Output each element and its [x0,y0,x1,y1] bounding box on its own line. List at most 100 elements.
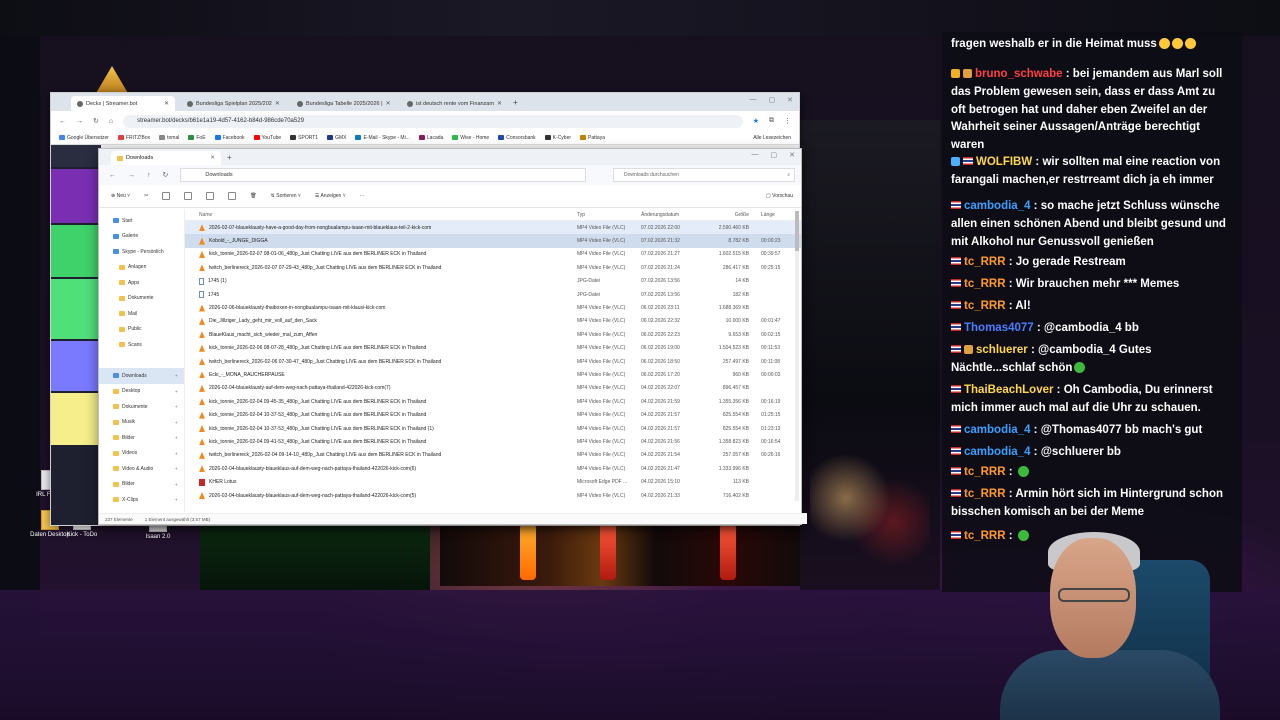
file-row[interactable]: 1745 (1) JPG-Datei 07.02.2026 13:56 14 KB [185,275,801,288]
sidebar-item[interactable]: Mail [99,306,184,322]
share-icon[interactable] [228,192,237,200]
bookmark-item[interactable]: Facebook [214,135,245,141]
home-icon[interactable]: ⌂ [109,118,113,125]
bookmark-star-icon[interactable]: ★ [753,117,759,125]
sidebar-item[interactable]: Dokumente ✦ [99,399,184,415]
browser-tab[interactable]: Bundesliga Tabelle 2025/2026 | ✕ [291,96,395,111]
file-row[interactable]: Ecki_-_MONA_RAUCHERPAUSE MP4 Video File (… [185,368,801,381]
path-field[interactable]: Downloads [180,168,587,182]
sidebar-item[interactable]: Bilder ✦ [99,430,184,446]
deck-button[interactable] [51,341,101,391]
new-tab-button[interactable]: + [513,98,518,107]
view-button[interactable]: ☰ Anzeigen ˅ [315,193,346,199]
file-row[interactable]: Kobold_-_JUNGE_DIGGA MP4 Video File (VLC)… [185,234,801,248]
maximize-icon[interactable]: ▢ [771,151,778,159]
back-icon[interactable]: ← [109,172,116,179]
bookmark-item[interactable]: K-Cyber [544,135,571,141]
new-tab-button[interactable]: + [227,153,232,162]
paste-icon[interactable] [184,192,193,200]
column-type[interactable]: Typ [577,212,641,218]
deck-button[interactable] [51,393,101,445]
sort-button[interactable]: ⇅ Sortieren ˅ [271,193,301,199]
more-options-button[interactable]: ··· [360,193,365,199]
close-tab-icon[interactable]: ✕ [275,100,280,107]
bookmark-item[interactable]: Pattaya [580,135,605,141]
all-bookmarks[interactable]: Alle Lesezeichen [753,135,799,141]
back-icon[interactable]: ← [59,118,66,125]
close-tab-icon[interactable]: ✕ [386,100,391,107]
column-date[interactable]: Änderungsdatum [641,212,709,218]
sidebar-item[interactable]: Scans [99,337,184,353]
bookmark-item[interactable]: tomal [159,135,179,141]
minimize-icon[interactable]: — [750,96,757,104]
close-icon[interactable]: ✕ [789,151,795,159]
sidebar-item[interactable]: Downloads ✦ [99,368,184,384]
copy-icon[interactable] [162,192,171,200]
deck-button[interactable] [51,169,101,223]
bookmark-item[interactable]: FoE [188,135,206,141]
bookmark-item[interactable]: YouTube [253,135,281,141]
rename-icon[interactable] [206,192,215,200]
sidebar-item[interactable]: Musik ✦ [99,415,184,431]
deck-button[interactable] [51,279,101,339]
file-row[interactable]: kick_tonnie_2026-02-04 09-45-35_480p_Jus… [185,395,801,408]
file-row[interactable]: kick_tonnie_2026-02-04 09-41-53_480p_Jus… [185,435,801,448]
sidebar-item[interactable]: Video & Audio ✦ [99,461,184,477]
column-size[interactable]: Größe [709,212,755,218]
sidebar-item[interactable]: Desktop ✦ [99,384,184,400]
forward-icon[interactable]: → [76,118,83,125]
bookmark-item[interactable]: E-Mail - Skype - Mi... [355,135,410,141]
maximize-icon[interactable]: ▢ [769,96,776,104]
sidebar-item[interactable]: Start [99,213,184,229]
file-row[interactable]: 1745 JPG-Datei 07.02.2026 13:56 182 KB [185,288,801,301]
file-row[interactable]: twitch_berlinereck_2026-02-06 07-30-47_4… [185,355,801,368]
bookmark-item[interactable]: Wise - Home [452,135,489,141]
preview-button[interactable]: ▢ Vorschau [766,193,801,199]
close-tab-icon[interactable]: ✕ [210,155,215,161]
bookmark-item[interactable]: SPORT1 [290,135,318,141]
url-field[interactable]: streamer.bot/decks/b61e1a19-4d57-4162-b8… [123,114,743,128]
explorer-tab[interactable]: Downloads ✕ [111,151,221,165]
sidebar-item[interactable]: Videos ✦ [99,446,184,462]
sidebar-item[interactable]: Public [99,322,184,338]
scrollbar[interactable] [795,211,799,501]
browser-tab[interactable]: ist deutsch rente vom Finanzam ✕ [401,96,505,111]
deck-button[interactable] [51,225,101,277]
bookmark-item[interactable]: FRITZ!Box [117,135,150,141]
menu-icon[interactable]: ⋮ [784,117,791,125]
bookmark-item[interactable]: GMX [327,135,346,141]
sidebar-item[interactable]: Galerie [99,229,184,245]
forward-icon[interactable]: → [128,172,135,179]
sidebar-item[interactable]: Skype - Persönlich [99,244,184,260]
refresh-icon[interactable]: ↻ [163,171,169,179]
sidebar-item[interactable]: Dokumente [99,291,184,307]
file-row[interactable]: kick_tonnie_2026-02-07 08-01-06_480p_Jus… [185,248,801,261]
file-row[interactable]: BlaueKlaus_macht_sich_wieder_mal_zum_Aff… [185,328,801,341]
bookmark-item[interactable]: Google Übersetzer [59,135,109,141]
close-tab-icon[interactable]: ✕ [497,100,502,107]
new-button[interactable]: ⊕ Neu ˅ [111,193,130,199]
sidebar-item[interactable]: Apps [99,275,184,291]
file-row[interactable]: KHER Lotus Microsoft Edge PDF ... 04.02.20… [185,475,801,488]
column-name[interactable]: Name [185,212,577,218]
close-tab-icon[interactable]: ✕ [164,100,169,107]
browser-tab[interactable]: Decks | Streamer.bot ✕ [71,96,175,111]
file-row[interactable]: 2026-02-06-blaueklausty-thaiboxen-in-non… [185,301,801,314]
browser-tab[interactable]: Bundesliga Spielplan 2025/202 ✕ [181,96,285,111]
file-row[interactable]: Die_Jillziger_Lady_geht_mir_voll_auf_den… [185,315,801,328]
sidebar-item[interactable]: Anlagen [99,260,184,276]
file-row[interactable]: twitch_berlinereck_2026-02-04 09-14-10_4… [185,449,801,462]
file-row[interactable]: twitch_berlinereck_2026-02-07 07-29-43_4… [185,261,801,274]
file-row[interactable]: kick_tonnie_2026-02-04 10-37-53_480p_Jus… [185,422,801,435]
sidebar-item[interactable]: Bilder ✦ [99,477,184,493]
close-icon[interactable]: ✕ [787,96,793,104]
delete-icon[interactable]: 🗑 [250,193,256,199]
file-row[interactable]: 2026-02-04-blaueklausty-auf-dem-weg-nach… [185,382,801,395]
file-row[interactable]: kick_tonnie_2026-02-04 10-37-53_480p_Jus… [185,408,801,421]
cut-icon[interactable]: ✂ [144,193,148,199]
bookmark-item[interactable]: Consorsbank [498,135,536,141]
sidebar-item[interactable]: X-Clips ✦ [99,492,184,508]
search-field[interactable]: Downloads durchsuchen ⌕ [613,168,795,182]
up-icon[interactable]: ↑ [147,172,151,179]
reload-icon[interactable]: ↻ [93,117,99,125]
